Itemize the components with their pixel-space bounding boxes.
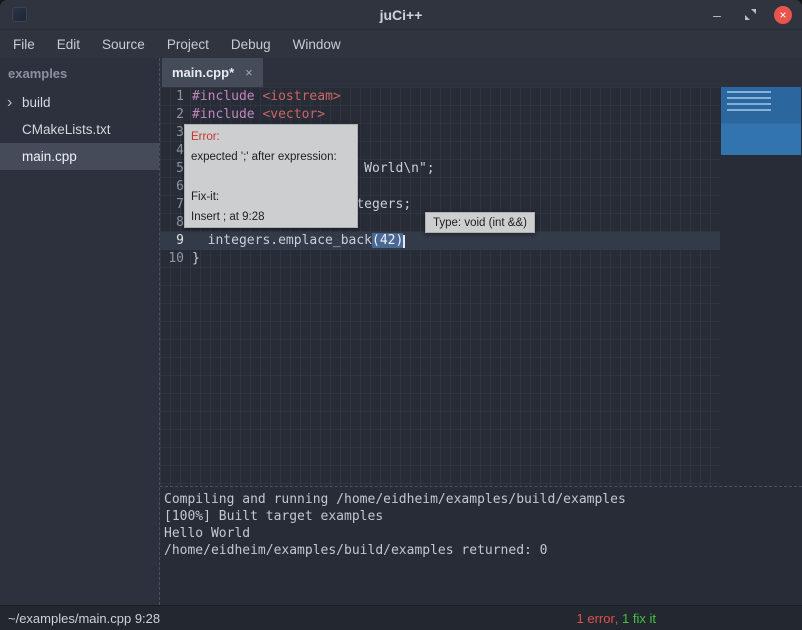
titlebar[interactable]: juCi++ – × bbox=[0, 0, 802, 30]
output-line: /home/eidheim/examples/build/examples re… bbox=[164, 542, 802, 559]
file-tree: ›build CMakeLists.txt main.cpp bbox=[0, 89, 159, 170]
line-number: 5 bbox=[160, 160, 184, 178]
fixit-title: Fix-it: bbox=[191, 187, 351, 207]
code-line-1[interactable]: 1#include <iostream> bbox=[160, 88, 720, 106]
file-tree-item-main-cpp[interactable]: main.cpp bbox=[0, 143, 159, 170]
error-tooltip-spacer bbox=[191, 167, 351, 187]
line-number: 8 bbox=[160, 214, 184, 232]
editor-column: main.cpp* × 1#include <iostream>2#includ… bbox=[160, 58, 802, 605]
main-area: examples ›build CMakeLists.txt main.cpp ma… bbox=[0, 58, 802, 605]
tab-label: main.cpp* bbox=[172, 65, 234, 80]
status-bar: ~/examples/main.cpp 9:28 1 error, 1 fix … bbox=[0, 605, 802, 630]
tab-main-cpp[interactable]: main.cpp* × bbox=[162, 58, 263, 87]
close-button[interactable]: × bbox=[774, 6, 792, 24]
diagnostics-summary: 1 error, 1 fix it bbox=[577, 606, 657, 630]
code-line-9[interactable]: 9 integers.emplace_back(42) bbox=[160, 232, 720, 250]
output-panel[interactable]: Compiling and running /home/eidheim/exam… bbox=[160, 486, 802, 605]
text-cursor bbox=[403, 235, 405, 248]
output-line: Hello World bbox=[164, 525, 802, 542]
chevron-right-icon[interactable]: › bbox=[7, 96, 22, 110]
source-overview-map[interactable] bbox=[720, 87, 802, 486]
tab-bar: main.cpp* × bbox=[160, 58, 802, 87]
cursor-location: ~/examples/main.cpp 9:28 bbox=[0, 611, 160, 626]
menu-item-file[interactable]: File bbox=[2, 32, 46, 57]
code-line-2[interactable]: 2#include <vector> bbox=[160, 106, 720, 124]
error-tooltip: Error: expected ';' after expression: Fi… bbox=[184, 124, 358, 228]
output-line: [100%] Built target examples bbox=[164, 508, 802, 525]
code-text: integers.emplace_back(42) bbox=[184, 232, 405, 250]
app-icon bbox=[12, 7, 27, 22]
code-text: } bbox=[184, 250, 200, 268]
diagnostics-separator: , bbox=[615, 611, 622, 626]
tab-close-icon[interactable]: × bbox=[245, 65, 253, 80]
fixit-count: 1 fix it bbox=[622, 611, 656, 626]
code-editor[interactable]: 1#include <iostream>2#include <vector>34… bbox=[160, 87, 802, 486]
line-number: 9 bbox=[160, 232, 184, 250]
code-text: #include <iostream> bbox=[184, 88, 341, 106]
line-number: 2 bbox=[160, 106, 184, 124]
project-name: examples bbox=[0, 58, 159, 89]
restore-icon bbox=[745, 9, 756, 20]
file-tree-item-build[interactable]: ›build bbox=[0, 89, 159, 116]
menu-bar: FileEditSourceProjectDebugWindow bbox=[0, 30, 802, 58]
line-number: 10 bbox=[160, 250, 184, 268]
menu-item-edit[interactable]: Edit bbox=[46, 32, 91, 57]
line-number: 3 bbox=[160, 124, 184, 142]
menu-item-project[interactable]: Project bbox=[156, 32, 220, 57]
maximize-button[interactable] bbox=[741, 6, 759, 24]
menu-item-window[interactable]: Window bbox=[282, 32, 352, 57]
menu-item-debug[interactable]: Debug bbox=[220, 32, 282, 57]
code-line-10[interactable]: 10} bbox=[160, 250, 720, 268]
line-number: 6 bbox=[160, 178, 184, 196]
juci-window: juCi++ – × FileEditSourceProjectDebugWin… bbox=[0, 0, 802, 630]
file-tree-panel: examples ›build CMakeLists.txt main.cpp bbox=[0, 58, 160, 605]
file-name: main.cpp bbox=[22, 149, 77, 164]
window-controls: – × bbox=[708, 6, 802, 24]
code-text: #include <vector> bbox=[184, 106, 325, 124]
menu-item-source[interactable]: Source bbox=[91, 32, 156, 57]
file-name: CMakeLists.txt bbox=[22, 122, 111, 137]
error-tooltip-title: Error: bbox=[191, 127, 351, 147]
fixit-text: Insert ; at 9:28 bbox=[191, 207, 351, 227]
error-tooltip-message: expected ';' after expression: bbox=[191, 147, 351, 167]
file-tree-item-cmakelists-txt[interactable]: CMakeLists.txt bbox=[0, 116, 159, 143]
type-tooltip: Type: void (int &&) bbox=[425, 212, 535, 233]
output-line: Compiling and running /home/eidheim/exam… bbox=[164, 491, 802, 508]
error-count: 1 error bbox=[577, 611, 615, 626]
minimize-button[interactable]: – bbox=[708, 6, 726, 24]
line-number: 1 bbox=[160, 88, 184, 106]
line-number: 7 bbox=[160, 196, 184, 214]
window-title: juCi++ bbox=[0, 7, 802, 23]
line-number: 4 bbox=[160, 142, 184, 160]
minimap-preview bbox=[721, 87, 801, 155]
file-name: build bbox=[22, 95, 51, 110]
